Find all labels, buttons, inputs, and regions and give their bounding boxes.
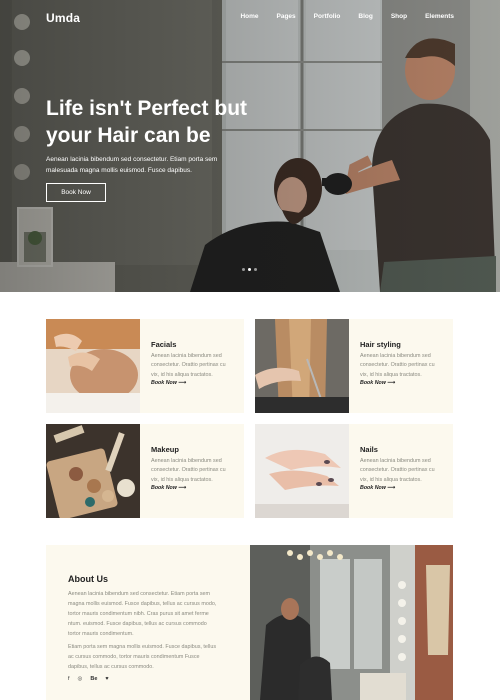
- about-text-line: ac cursus commodo, tortor mauris condime…: [68, 653, 200, 660]
- facials-photo: [46, 319, 140, 413]
- navbar: Umda Home Pages Portfolio Blog Shop Elem…: [0, 0, 500, 36]
- service-title: Facials: [151, 340, 177, 349]
- hero-description-line-2: malesuada magna mollis euismod. Fusce da…: [46, 167, 192, 174]
- arrow-right-icon: ⟶: [178, 485, 186, 491]
- slider-dot[interactable]: [254, 268, 257, 271]
- hero-section: Umda Home Pages Portfolio Blog Shop Elem…: [0, 0, 500, 292]
- about-section: About Us Aenean lacinia bibendum sed con…: [46, 545, 250, 700]
- slider-pagination: [242, 268, 257, 271]
- service-description: Aenean lacinia bibendum sed consectetur.…: [151, 457, 241, 485]
- service-description-line: consectetur. Orattio pertinax cu: [360, 362, 435, 369]
- arrow-right-icon: ⟶: [387, 485, 395, 491]
- about-title: About Us: [68, 574, 108, 584]
- about-text-line: Aenean lacinia bibendum sed consectetur.…: [68, 591, 211, 597]
- service-card-facials: Facials Aenean lacinia bibendum sed cons…: [46, 319, 244, 413]
- nav-link-pages[interactable]: Pages: [277, 13, 296, 20]
- about-paragraph-2: Etiam porta sem magna mollis euismod. Fu…: [68, 643, 236, 673]
- service-description-line: vix, id his aliqua tractatos.: [151, 476, 213, 483]
- hero-title-line-1: Life isn't Perfect but: [46, 97, 248, 120]
- site-logo[interactable]: Umda: [46, 11, 80, 25]
- service-description-line: consectetur. Orattio pertinax cu: [360, 467, 435, 474]
- service-description-line: consectetur. Orattio pertinax cu: [151, 467, 226, 474]
- hero-book-now-button[interactable]: Book Now: [46, 183, 106, 202]
- twitter-icon[interactable]: ♥: [105, 676, 108, 682]
- service-title: Hair styling: [360, 340, 401, 349]
- service-description-line: vix, id his aliqua tractatos.: [151, 371, 213, 378]
- nails-photo: [255, 424, 349, 518]
- service-card-hair-styling: Hair styling Aenean lacinia bibendum sed…: [255, 319, 453, 413]
- arrow-right-icon: ⟶: [387, 380, 395, 386]
- slider-dot[interactable]: [242, 268, 245, 271]
- hair-styling-photo: [255, 319, 349, 413]
- main-nav: Home Pages Portfolio Blog Shop Elements: [222, 13, 454, 20]
- slider-dot[interactable]: [248, 268, 251, 271]
- service-book-now-link[interactable]: Book Now ⟶: [151, 485, 186, 491]
- service-book-now-link[interactable]: Book Now ⟶: [360, 380, 395, 386]
- facebook-icon[interactable]: f: [68, 676, 70, 682]
- service-link-label: Book Now: [151, 485, 177, 491]
- service-description-line: Aenean lacinia bibendum sed: [360, 353, 431, 359]
- makeup-photo: [46, 424, 140, 518]
- behance-icon[interactable]: Be: [90, 676, 97, 682]
- hero-description-line-1: Aenean lacinia bibendum sed consectetur.…: [46, 156, 218, 163]
- about-text-line: tortor mauris condimentum.: [68, 630, 134, 637]
- service-card-nails: Nails Aenean lacinia bibendum sed consec…: [255, 424, 453, 518]
- nav-link-home[interactable]: Home: [240, 13, 258, 20]
- service-description-line: vix, id his aliqua tractatos.: [360, 476, 422, 483]
- service-title: Nails: [360, 445, 378, 454]
- nav-link-shop[interactable]: Shop: [391, 13, 407, 20]
- service-description-line: vix, id his aliqua tractatos.: [360, 371, 422, 378]
- about-text-line: magna mollis euismod. Fusce dapibus, tel…: [68, 600, 217, 607]
- hero-title: Life isn't Perfect but your Hair can be: [46, 95, 296, 149]
- service-description: Aenean lacinia bibendum sed consectetur.…: [360, 352, 450, 380]
- service-link-label: Book Now: [360, 380, 386, 386]
- nav-link-blog[interactable]: Blog: [358, 13, 372, 20]
- instagram-icon[interactable]: ◎: [78, 676, 83, 682]
- service-link-label: Book Now: [151, 380, 177, 386]
- service-title: Makeup: [151, 445, 179, 454]
- service-book-now-link[interactable]: Book Now ⟶: [151, 380, 186, 386]
- about-text-line: Etiam porta sem magna mollis euismod. Fu…: [68, 644, 217, 650]
- hero-title-line-2: your Hair can be: [46, 124, 211, 147]
- service-book-now-link[interactable]: Book Now ⟶: [360, 485, 395, 491]
- about-paragraph-1: Aenean lacinia bibendum sed consectetur.…: [68, 590, 236, 640]
- about-text-line: dapibus, tellus ac cursus commodo.: [68, 663, 154, 670]
- service-description: Aenean lacinia bibendum sed consectetur.…: [360, 457, 450, 485]
- about-text-line: ntum. euismod. Fusce dapibus, tellus ac …: [68, 620, 207, 627]
- service-description-line: Aenean lacinia bibendum sed: [151, 353, 222, 359]
- social-links: f ◎ Be ♥: [68, 676, 109, 682]
- service-description: Aenean lacinia bibendum sed consectetur.…: [151, 352, 241, 380]
- service-link-label: Book Now: [360, 485, 386, 491]
- about-text-line: tortor mauris condimentum nibh. Cras pur…: [68, 610, 209, 617]
- nav-link-portfolio[interactable]: Portfolio: [314, 13, 341, 20]
- about-salon-photo: [250, 545, 453, 700]
- service-description-line: Aenean lacinia bibendum sed: [360, 458, 431, 464]
- service-card-makeup: Makeup Aenean lacinia bibendum sed conse…: [46, 424, 244, 518]
- service-description-line: consectetur. Orattio pertinax cu: [151, 362, 226, 369]
- nav-link-elements[interactable]: Elements: [425, 13, 454, 20]
- service-description-line: Aenean lacinia bibendum sed: [151, 458, 222, 464]
- hero-description: Aenean lacinia bibendum sed consectetur.…: [46, 154, 256, 176]
- arrow-right-icon: ⟶: [178, 380, 186, 386]
